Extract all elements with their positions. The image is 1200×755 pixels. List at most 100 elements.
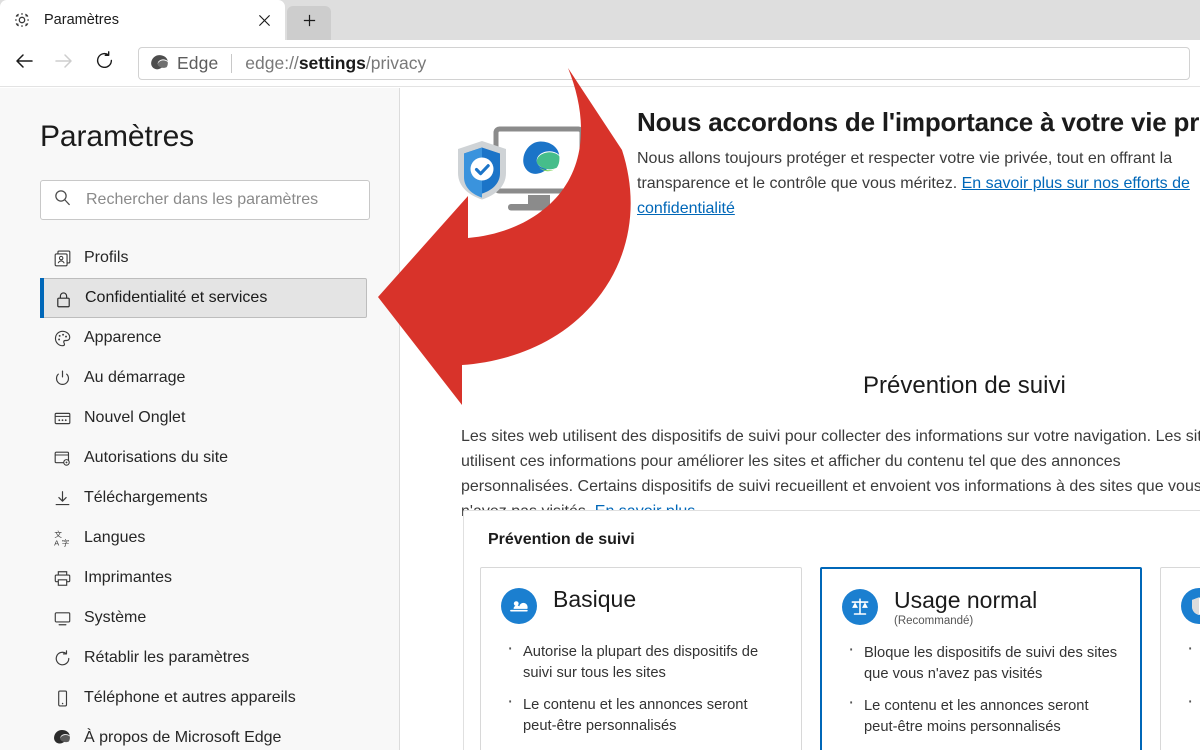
url-path: /privacy	[365, 52, 427, 73]
phone-icon	[52, 688, 72, 708]
sidebar-item-label: Profils	[84, 249, 129, 266]
card-header: Strict	[1181, 586, 1200, 632]
sidebar-item-profils[interactable]: Profils	[40, 238, 367, 278]
sidebar-item-nouvel-onglet[interactable]: Nouvel Onglet	[40, 398, 367, 438]
list-item: Bloque la majorité des dispositifs de su…	[1181, 638, 1200, 684]
panel-title: Prévention de suivi	[488, 531, 635, 548]
svg-text:字: 字	[61, 537, 69, 547]
new-tab-icon	[52, 408, 72, 428]
new-tab-button[interactable]	[287, 6, 331, 40]
sidebar-item-label: Apparence	[84, 329, 162, 346]
section-body: Les sites web utilisent des dispositifs …	[461, 424, 1200, 524]
palette-icon	[52, 328, 72, 348]
shield-icon	[1181, 588, 1200, 624]
language-icon: 文 A 字	[52, 528, 72, 548]
sidebar-item-label: Rétablir les paramètres	[84, 649, 250, 666]
hero-heading: Nous accordons de l'importance à votre v…	[637, 107, 1200, 137]
sidebar-item-telechargements[interactable]: Téléchargements	[40, 478, 367, 518]
list-item: Le contenu et les annonces seront généra…	[1181, 691, 1200, 750]
download-icon	[52, 488, 72, 508]
sidebar-item-label: Nouvel Onglet	[84, 409, 186, 426]
sidebar-item-label: Au démarrage	[84, 369, 186, 386]
tab-strip: Paramètres	[0, 0, 1200, 40]
sidebar-item-label: Confidentialité et services	[85, 289, 268, 306]
printer-icon	[52, 568, 72, 588]
sidebar-item-autorisations-du-site[interactable]: Autorisations du site	[40, 438, 367, 478]
tracking-card-usage-normal[interactable]: Usage normal (Recommandé) Bloque les dis…	[820, 567, 1142, 750]
basic-tracking-icon	[501, 588, 537, 624]
navigation-toolbar: Edge edge://settings/privacy	[0, 40, 1200, 87]
sidebar-nav-list: Profils Confidentialité et services Appa…	[0, 238, 399, 750]
sidebar-item-retablir-les-parametres[interactable]: Rétablir les paramètres	[40, 638, 367, 678]
list-item: Autorise la plupart des dispositifs de s…	[501, 638, 781, 684]
sidebar-item-telephone-et-autres-appareils[interactable]: Téléphone et autres appareils	[40, 678, 367, 718]
browser-tab-settings[interactable]: Paramètres	[0, 0, 285, 40]
sidebar-item-confidentialite-et-services[interactable]: Confidentialité et services	[40, 278, 367, 318]
sidebar-item-label: Langues	[84, 529, 146, 546]
sidebar-item-apparence[interactable]: Apparence	[40, 318, 367, 358]
hero-text-block: Nous accordons de l'importance à votre v…	[637, 106, 1200, 221]
tracking-level-cards: Basique Autorise la plupart des disposit…	[480, 567, 1200, 750]
address-bar[interactable]: Edge edge://settings/privacy	[138, 46, 1190, 80]
monitor-shield-edge-illustration-icon	[456, 123, 596, 228]
settings-sidebar: Paramètres Rechercher dans les paramètre…	[0, 88, 400, 750]
card-recommended-label: (Recommandé)	[894, 615, 974, 627]
svg-text:文: 文	[54, 529, 62, 539]
card-titles: Basique	[553, 586, 636, 613]
tracking-card-strict[interactable]: Strict Bloque la majorité des dispositif…	[1160, 567, 1200, 750]
gear-icon	[12, 10, 32, 30]
url-prefix: edge://	[245, 52, 299, 73]
arrow-right-icon	[53, 50, 75, 77]
card-name: Usage normal	[894, 587, 1038, 613]
search-icon	[53, 188, 72, 212]
sidebar-item-imprimantes[interactable]: Imprimantes	[40, 558, 367, 598]
profile-card-icon	[52, 248, 72, 268]
sidebar-item-au-demarrage[interactable]: Au démarrage	[40, 358, 367, 398]
card-titles: Usage normal (Recommandé)	[894, 587, 1037, 627]
card-header: Usage normal (Recommandé)	[842, 587, 1120, 633]
power-icon	[52, 368, 72, 388]
search-placeholder: Rechercher dans les paramètres	[86, 191, 319, 208]
plus-icon	[302, 13, 317, 33]
refresh-button[interactable]	[84, 43, 124, 83]
sidebar-item-langues[interactable]: 文 A 字 Langues	[40, 518, 367, 558]
settings-content: Nous accordons de l'importance à votre v…	[401, 88, 1200, 750]
monitor-icon	[52, 608, 72, 628]
search-input[interactable]: Rechercher dans les paramètres	[40, 180, 370, 220]
omnibox-divider	[231, 53, 233, 73]
card-name: Basique	[553, 586, 637, 612]
section-heading: Prévention de suivi	[863, 372, 1066, 399]
arrow-left-icon	[13, 50, 35, 77]
list-item: Le contenu et les annonces seront peut-ê…	[842, 692, 1120, 738]
sidebar-item-label: Imprimantes	[84, 569, 173, 586]
refresh-icon	[94, 50, 115, 76]
back-button[interactable]	[4, 43, 44, 83]
sidebar-item-label: Autorisations du site	[84, 449, 229, 466]
balanced-scale-icon	[842, 589, 878, 625]
close-icon[interactable]	[251, 7, 277, 33]
lock-icon	[53, 289, 73, 309]
card-bullet-list: Bloque les dispositifs de suivi des site…	[842, 639, 1120, 750]
sidebar-item-label: À propos de Microsoft Edge	[84, 729, 282, 746]
card-bullet-list: Autorise la plupart des dispositifs de s…	[501, 638, 781, 750]
omnibox-brand-label: Edge	[177, 52, 219, 73]
tracking-card-basique[interactable]: Basique Autorise la plupart des disposit…	[480, 567, 802, 750]
page-title: Paramètres	[40, 120, 195, 153]
tracking-prevention-panel: Prévention de suivi Basique · Autorise l…	[463, 510, 1200, 750]
list-item: Le contenu et les annonces seront peut-ê…	[501, 691, 781, 737]
sidebar-item-a-propos-de-microsoft-edge[interactable]: À propos de Microsoft Edge	[40, 718, 367, 750]
forward-button	[44, 43, 84, 83]
site-permissions-icon	[52, 448, 72, 468]
edge-logo-icon	[52, 728, 72, 748]
edge-logo-icon	[149, 53, 170, 74]
reset-icon	[52, 648, 72, 668]
privacy-hero: Nous accordons de l'importance à votre v…	[401, 106, 1200, 236]
card-bullet-list: Bloque la majorité des dispositifs de su…	[1181, 638, 1200, 750]
sidebar-item-label: Téléchargements	[84, 489, 208, 506]
svg-text:A: A	[54, 538, 60, 547]
hero-body: Nous allons toujours protéger et respect…	[637, 146, 1200, 221]
sidebar-item-label: Téléphone et autres appareils	[84, 689, 296, 706]
url-host: settings	[298, 52, 366, 73]
sidebar-item-systeme[interactable]: Système	[40, 598, 367, 638]
section-body-text: Les sites web utilisent des dispositifs …	[461, 428, 1200, 520]
